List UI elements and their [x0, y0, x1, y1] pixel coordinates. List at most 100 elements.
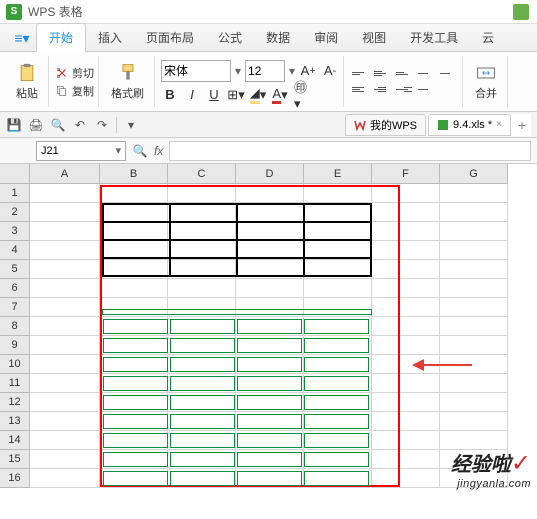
row-header[interactable]: 2: [0, 203, 30, 222]
cell[interactable]: [30, 184, 100, 203]
font-size-select[interactable]: [245, 60, 285, 82]
font-color-button[interactable]: A▾: [271, 86, 289, 104]
cell[interactable]: [372, 222, 440, 241]
cell[interactable]: [440, 241, 508, 260]
tab-data[interactable]: 数据: [254, 24, 302, 51]
col-header[interactable]: B: [100, 164, 168, 184]
cell[interactable]: [236, 184, 304, 203]
row-header[interactable]: 3: [0, 222, 30, 241]
cell[interactable]: [30, 279, 100, 298]
cell[interactable]: [440, 374, 508, 393]
cell[interactable]: [304, 184, 372, 203]
cell[interactable]: [30, 260, 100, 279]
cell[interactable]: [372, 393, 440, 412]
cell[interactable]: [372, 260, 440, 279]
cell[interactable]: [168, 279, 236, 298]
app-menu-button[interactable]: ≡▾: [8, 25, 36, 51]
cell[interactable]: [30, 336, 100, 355]
tab-dev[interactable]: 开发工具: [398, 24, 470, 51]
cell[interactable]: [440, 260, 508, 279]
cell[interactable]: [30, 412, 100, 431]
doc-tab-file[interactable]: 9.4.xls * ×: [428, 114, 511, 136]
cell[interactable]: [440, 279, 508, 298]
redo-icon[interactable]: ↷: [94, 117, 110, 133]
cell[interactable]: [440, 393, 508, 412]
indent-right-button[interactable]: [438, 67, 458, 81]
cell[interactable]: [440, 298, 508, 317]
tab-cloud[interactable]: 云: [470, 24, 506, 51]
cell[interactable]: [30, 469, 100, 488]
cell[interactable]: [372, 469, 440, 488]
cell[interactable]: [30, 203, 100, 222]
col-header[interactable]: G: [440, 164, 508, 184]
col-header[interactable]: E: [304, 164, 372, 184]
cell[interactable]: [372, 412, 440, 431]
copy-button[interactable]: 复制: [55, 83, 94, 99]
tab-start[interactable]: 开始: [36, 23, 86, 52]
cell[interactable]: [372, 298, 440, 317]
print-icon[interactable]: 🖨: [28, 117, 44, 133]
col-header[interactable]: F: [372, 164, 440, 184]
border-button[interactable]: ⊞▾: [227, 86, 245, 104]
row-header[interactable]: 13: [0, 412, 30, 431]
tab-insert[interactable]: 插入: [86, 24, 134, 51]
tab-view[interactable]: 视图: [350, 24, 398, 51]
tab-review[interactable]: 审阅: [302, 24, 350, 51]
cell[interactable]: [30, 355, 100, 374]
row-header[interactable]: 6: [0, 279, 30, 298]
cell[interactable]: [30, 431, 100, 450]
cell[interactable]: [372, 241, 440, 260]
titlebar-right-icon[interactable]: [513, 4, 529, 20]
fill-color-button[interactable]: ◢▾: [249, 86, 267, 104]
row-header[interactable]: 15: [0, 450, 30, 469]
cell[interactable]: [372, 184, 440, 203]
cell[interactable]: [30, 298, 100, 317]
row-header[interactable]: 4: [0, 241, 30, 260]
italic-button[interactable]: I: [183, 86, 201, 104]
phonetic-button[interactable]: ㊞▾: [293, 86, 311, 104]
format-painter-button[interactable]: 格式刷: [105, 61, 150, 103]
row-header[interactable]: 9: [0, 336, 30, 355]
tab-formula[interactable]: 公式: [206, 24, 254, 51]
cell[interactable]: [304, 279, 372, 298]
col-header[interactable]: A: [30, 164, 100, 184]
underline-button[interactable]: U: [205, 86, 223, 104]
align-bottom-button[interactable]: [394, 67, 414, 81]
align-center-button[interactable]: [372, 83, 392, 97]
qat-more-icon[interactable]: ▾: [123, 117, 139, 133]
row-header[interactable]: 10: [0, 355, 30, 374]
find-icon[interactable]: 🔍: [132, 143, 148, 159]
align-middle-button[interactable]: [372, 67, 392, 81]
print-preview-icon[interactable]: 🔍: [50, 117, 66, 133]
row-header[interactable]: 11: [0, 374, 30, 393]
cell[interactable]: [30, 393, 100, 412]
cut-button[interactable]: 剪切: [55, 65, 94, 81]
fx-icon[interactable]: fx: [154, 144, 163, 158]
bold-button[interactable]: B: [161, 86, 179, 104]
cell[interactable]: [372, 336, 440, 355]
cell[interactable]: [372, 279, 440, 298]
row-header[interactable]: 5: [0, 260, 30, 279]
cell[interactable]: [372, 203, 440, 222]
wrap-text-button[interactable]: [416, 83, 436, 97]
undo-icon[interactable]: ↶: [72, 117, 88, 133]
cell[interactable]: [100, 279, 168, 298]
cell[interactable]: [100, 184, 168, 203]
col-header[interactable]: C: [168, 164, 236, 184]
add-tab-button[interactable]: +: [513, 116, 531, 134]
cell[interactable]: [440, 317, 508, 336]
col-header[interactable]: D: [236, 164, 304, 184]
close-tab-icon[interactable]: ×: [496, 119, 502, 130]
tab-layout[interactable]: 页面布局: [134, 24, 206, 51]
indent-left-button[interactable]: [416, 67, 436, 81]
cell[interactable]: [30, 317, 100, 336]
align-top-button[interactable]: [350, 67, 370, 81]
row-header[interactable]: 16: [0, 469, 30, 488]
cell[interactable]: [30, 374, 100, 393]
cell[interactable]: [440, 412, 508, 431]
cell[interactable]: [372, 431, 440, 450]
cell[interactable]: [30, 450, 100, 469]
name-box[interactable]: J21 ▾: [36, 141, 126, 161]
cell[interactable]: [440, 222, 508, 241]
cell[interactable]: [30, 222, 100, 241]
